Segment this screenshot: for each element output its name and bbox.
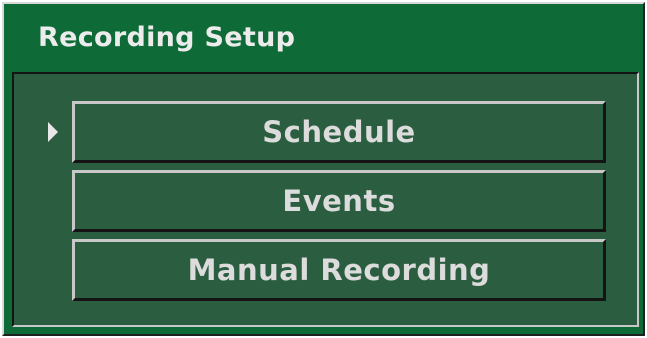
menu-panel: Schedule Events Manual Recording [12, 72, 639, 327]
events-label: Events [282, 184, 396, 218]
schedule-button[interactable]: Schedule [72, 101, 606, 163]
window-title: Recording Setup [38, 22, 296, 53]
manual-recording-button[interactable]: Manual Recording [72, 239, 606, 301]
events-button[interactable]: Events [72, 170, 606, 232]
schedule-label: Schedule [262, 115, 416, 149]
manual-recording-label: Manual Recording [187, 253, 491, 287]
recording-setup-window: Recording Setup Schedule Events Manual R… [2, 2, 645, 336]
selection-arrow-icon [48, 122, 58, 142]
